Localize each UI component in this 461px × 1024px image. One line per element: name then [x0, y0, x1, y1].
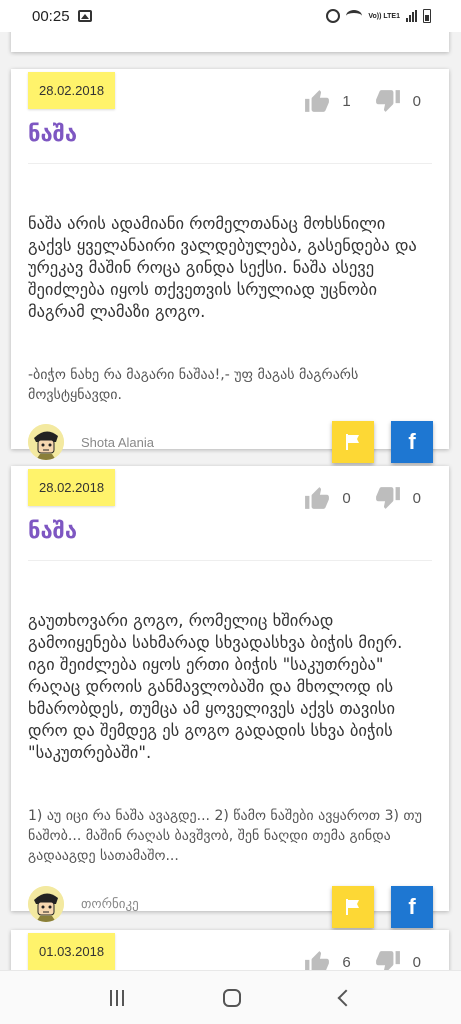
thumbs-down-icon [375, 487, 400, 509]
entry-example: 1) აუ იცი რა ნაშა ავაგდე... 2) წამო ნაშე… [28, 808, 422, 864]
like-count: 0 [342, 489, 351, 507]
entry-example: -ბიჭო ნახე რა მაგარი ნაშაა!,- უფ მაგას მ… [28, 367, 359, 403]
android-nav-bar [0, 970, 461, 1024]
report-button[interactable] [332, 886, 374, 928]
dislike-button[interactable]: 0 [375, 89, 421, 113]
entry-card-previous [11, 32, 449, 52]
entry-card: 28.02.2018 0 0 ნაშა გაუთხოვარი გოგო, რომ… [11, 466, 449, 928]
wifi-icon [346, 10, 363, 22]
author-name: თორნიკე [81, 896, 139, 911]
vote-bar: 1 0 [304, 89, 421, 113]
definitions-list[interactable]: 28.02.2018 1 0 ნაშა ნაშა არის ადამიანი რ… [0, 32, 461, 970]
entry-card: 01.03.2018 6 0 [11, 930, 449, 970]
entry-definition: გაუთხოვარი გოგო, რომელიც ხშირად გამოიყენ… [28, 611, 403, 762]
thumbs-down-icon [375, 90, 400, 112]
dislike-button[interactable]: 0 [375, 486, 421, 510]
dislike-button[interactable]: 0 [375, 950, 421, 970]
flag-icon [346, 434, 359, 450]
entry-card: 28.02.2018 1 0 ნაშა ნაშა არის ადამიანი რ… [11, 69, 449, 463]
battery-icon [423, 9, 431, 23]
share-facebook-button[interactable]: f [391, 421, 433, 463]
thumbs-up-icon [305, 90, 330, 112]
signal-icon [406, 10, 417, 22]
thumbs-down-icon [375, 951, 400, 970]
date-badge: 28.02.2018 [28, 72, 116, 109]
thumbs-up-icon [305, 487, 330, 509]
network-label: Vo)) LTE1 [368, 12, 400, 20]
like-button[interactable]: 0 [304, 486, 351, 510]
recent-apps-icon[interactable] [109, 989, 124, 1006]
author-name: Shota Alania [81, 434, 155, 450]
back-icon[interactable] [337, 989, 354, 1006]
vote-bar: 6 0 [304, 950, 421, 970]
facebook-icon: f [408, 429, 416, 454]
clock: 00:25 [32, 7, 70, 25]
alarm-icon [326, 9, 341, 23]
entry-author[interactable]: თორნიკე [28, 886, 139, 922]
entry-author[interactable]: Shota Alania [28, 424, 154, 460]
like-button[interactable]: 6 [304, 950, 351, 971]
date-badge: 28.02.2018 [28, 469, 116, 506]
divider [28, 163, 432, 164]
entry-word[interactable]: ნაშა [28, 519, 77, 544]
home-icon[interactable] [222, 988, 241, 1007]
avatar [28, 424, 64, 460]
gallery-notification-icon [77, 10, 92, 22]
facebook-icon: f [408, 894, 416, 919]
share-facebook-button[interactable]: f [391, 886, 433, 928]
dislike-count: 0 [412, 92, 421, 110]
report-button[interactable] [332, 421, 374, 463]
entry-definition: ნაშა არის ადამიანი რომელთანაც მოხსნილი გ… [28, 214, 417, 321]
status-bar: 00:25 Vo)) LTE1 [0, 0, 461, 32]
dislike-count: 0 [412, 489, 421, 507]
avatar [28, 886, 64, 922]
like-count: 1 [342, 92, 351, 110]
thumbs-up-icon [305, 951, 330, 970]
vote-bar: 0 0 [304, 486, 421, 510]
entry-word[interactable]: ნაშა [28, 122, 77, 147]
dislike-count: 0 [412, 953, 421, 971]
date-badge: 01.03.2018 [28, 933, 116, 970]
divider [28, 560, 432, 561]
like-count: 6 [342, 953, 351, 971]
like-button[interactable]: 1 [304, 89, 351, 113]
flag-icon [346, 899, 359, 915]
